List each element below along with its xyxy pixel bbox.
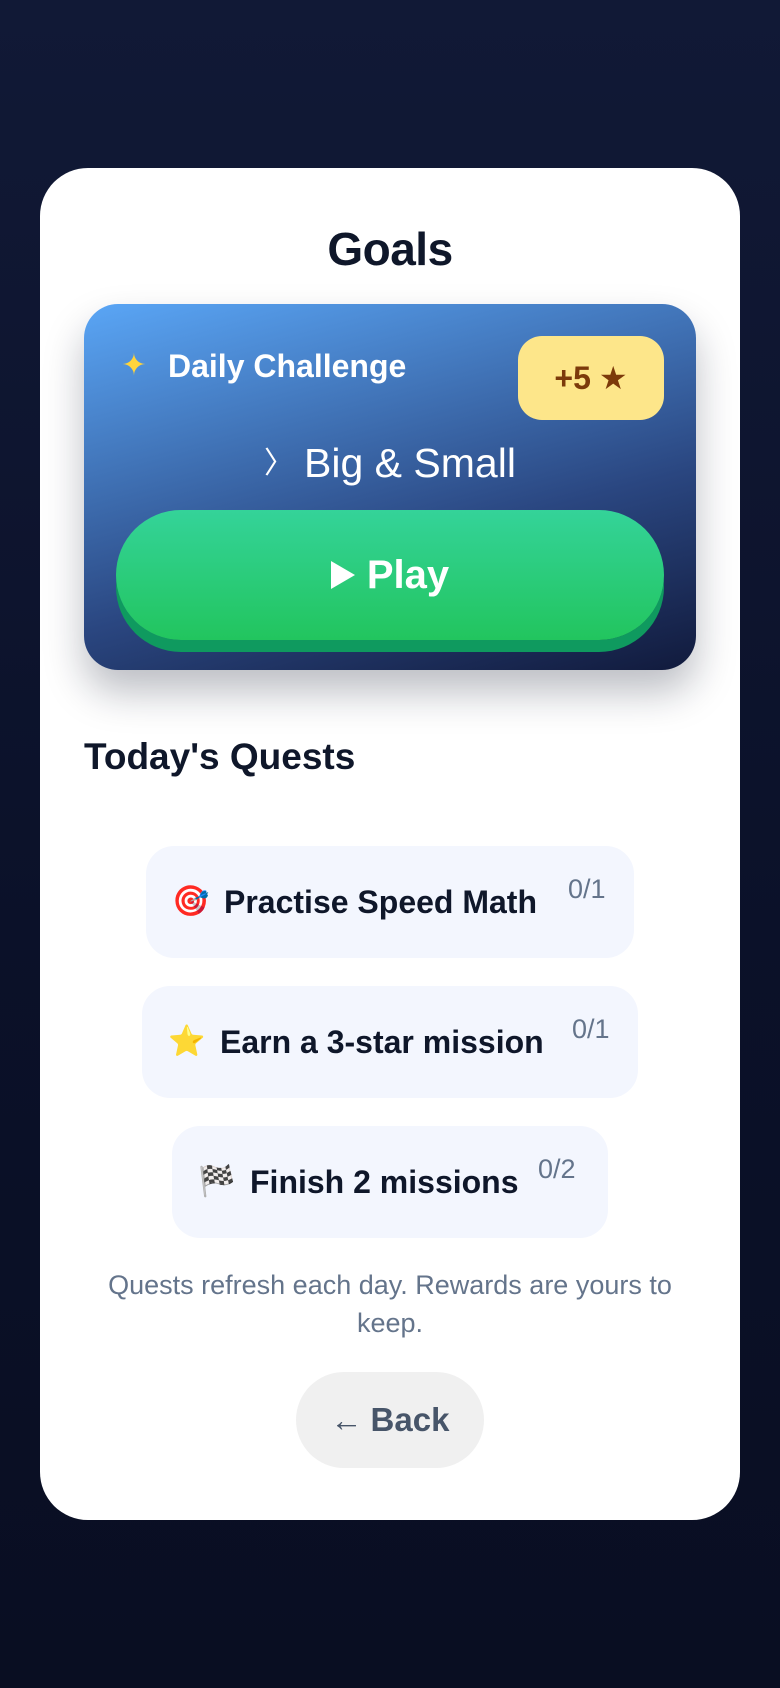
arrow-left-icon: ← <box>330 1401 363 1438</box>
target-icon: 🎯 <box>172 885 210 918</box>
quest-label: Practise Speed Math <box>224 883 537 920</box>
back-label: Back <box>370 1401 450 1438</box>
mission-name: Big & Small <box>304 440 516 486</box>
reward-badge: +5 ★ <box>518 336 664 420</box>
back-button[interactable]: ← Back <box>296 1372 484 1468</box>
quest-item[interactable]: ⭐ Earn a 3-star mission 0/1 <box>142 986 638 1098</box>
glowing-star-icon: ✦ <box>121 349 147 382</box>
chevron-right-icon: 〉 <box>264 447 295 480</box>
quest-item[interactable]: 🏁 Finish 2 missions 0/2 <box>172 1126 608 1238</box>
page-title: Goals <box>327 223 453 275</box>
play-label: Play <box>366 552 450 597</box>
reward-amount: +5 <box>554 359 591 396</box>
star-icon: ⭐ <box>168 1025 206 1058</box>
play-button[interactable]: Play <box>116 510 664 640</box>
quest-progress: 0/1 <box>568 874 606 904</box>
quest-label: Earn a 3-star mission <box>220 1023 544 1060</box>
quest-progress: 0/1 <box>572 1014 610 1044</box>
challenge-mission: 〉 Big & Small <box>84 438 696 487</box>
star-icon: ★ <box>598 360 628 396</box>
checkered-flag-icon: 🏁 <box>198 1165 236 1198</box>
daily-challenge-header: ✦ Daily Challenge <box>116 344 406 388</box>
quest-progress: 0/2 <box>538 1154 576 1184</box>
quest-label: Finish 2 missions <box>250 1163 519 1200</box>
quests-section-title: Today's Quests <box>84 736 356 777</box>
play-triangle-icon <box>330 561 355 589</box>
quest-item[interactable]: 🎯 Practise Speed Math 0/1 <box>146 846 634 958</box>
quests-footnote: Quests refresh each day. Rewards are you… <box>108 1270 672 1338</box>
daily-challenge-label: Daily Challenge <box>168 347 407 384</box>
